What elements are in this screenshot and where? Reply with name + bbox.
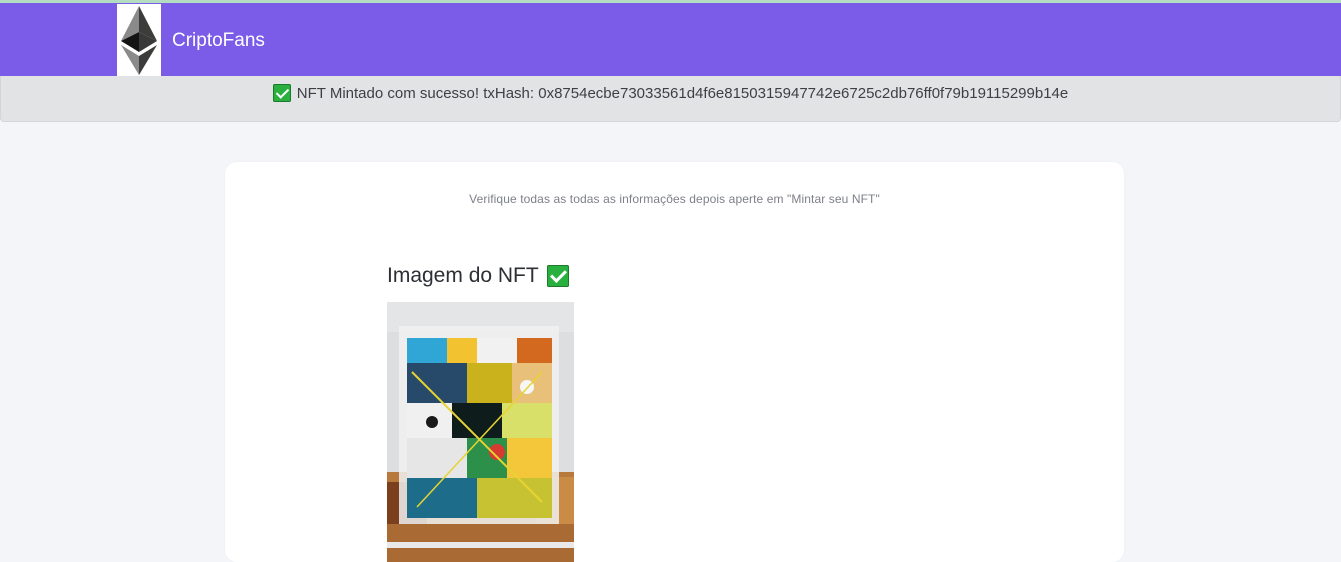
mint-card: Verifique todas as todas as informações … <box>225 162 1124 562</box>
success-alert: NFT Mintado com sucesso! txHash: 0x8754e… <box>0 76 1341 122</box>
brand-name[interactable]: CriptoFans <box>172 3 265 76</box>
nft-image-heading: Imagem do NFT <box>387 264 569 288</box>
instructions-text: Verifique todas as todas as informações … <box>469 192 880 206</box>
nft-image-preview <box>387 302 574 562</box>
brand-logo[interactable] <box>117 4 161 76</box>
alert-message: NFT Mintado com sucesso! txHash: 0x8754e… <box>296 84 1069 102</box>
check-mark-icon <box>272 84 291 102</box>
ethereum-icon <box>121 6 157 75</box>
navbar: CriptoFans <box>0 3 1341 76</box>
nft-artwork-image <box>387 302 574 562</box>
nft-image-title: Imagem do NFT <box>387 264 539 287</box>
check-mark-icon <box>546 265 569 287</box>
